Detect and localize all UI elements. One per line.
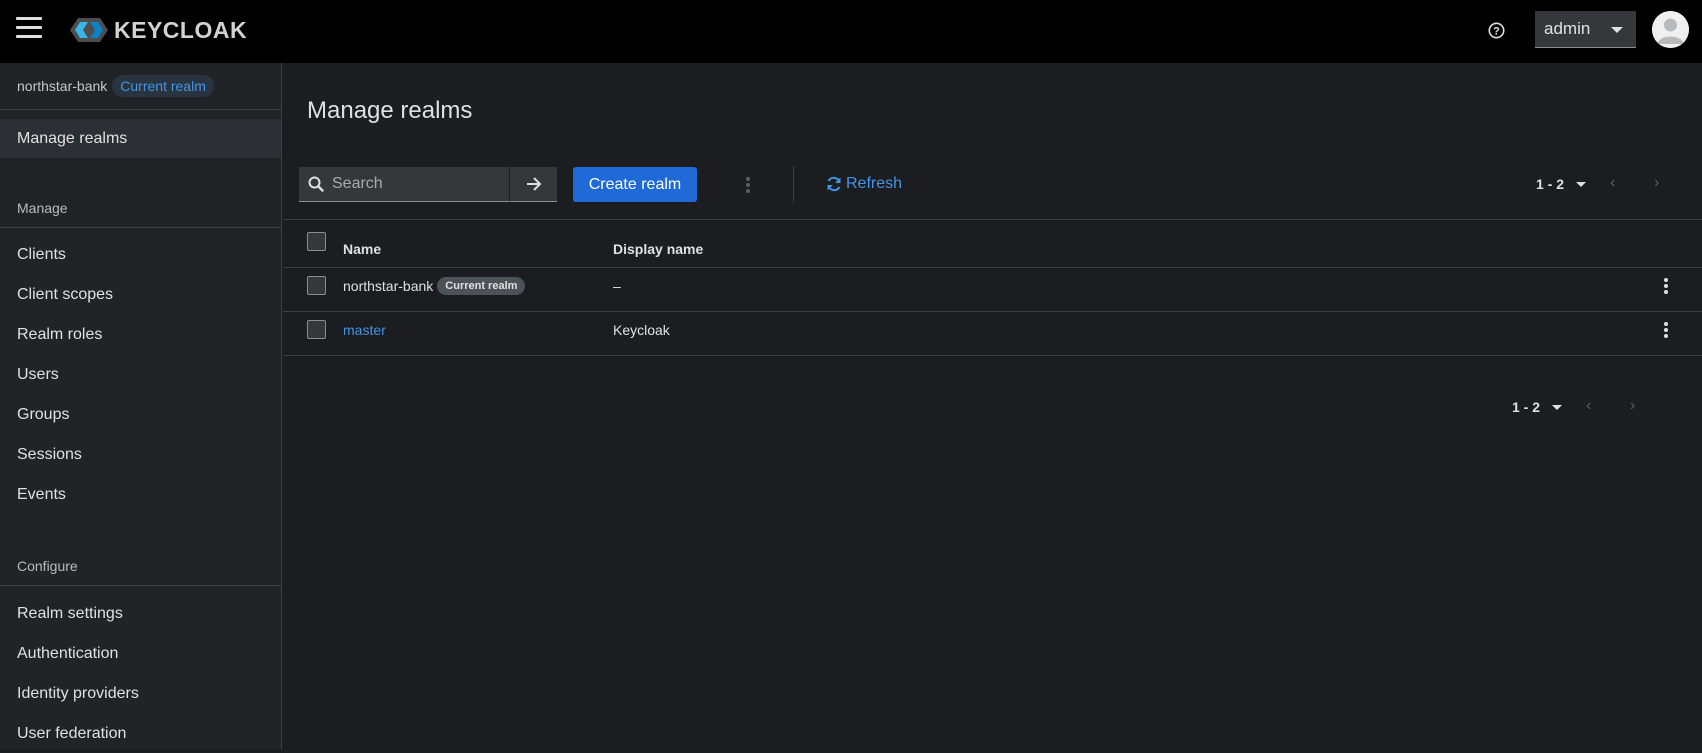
sidebar-item-groups[interactable]: Groups [0,395,281,434]
sidebar-item-realm-settings[interactable]: Realm settings [0,594,281,633]
create-realm-button[interactable]: Create realm [573,167,697,202]
realm-name: northstar-bank [17,78,108,94]
row-checkbox[interactable] [307,320,326,339]
sidebar-item-identity-providers[interactable]: Identity providers [0,674,281,713]
refresh-button[interactable]: Refresh [826,171,902,197]
sidebar-item-sessions[interactable]: Sessions [0,435,281,474]
caret-down-icon[interactable] [1576,181,1587,187]
user-menu-toggle[interactable]: admin [1535,11,1636,48]
avatar-icon[interactable] [1652,11,1689,48]
sidebar-item-users[interactable]: Users [0,355,281,394]
section-heading-configure: Configure [17,558,78,574]
current-realm-badge: Current realm [437,277,526,295]
main-content: Manage realms Create realm Refresh 1 - 2… [283,63,1702,749]
table-row: master [343,320,386,340]
sidebar-item-client-scopes[interactable]: Client scopes [0,275,281,314]
divider [0,227,282,228]
search-submit-button[interactable] [509,167,557,202]
sidebar: northstar-bank Current realm Manage real… [0,63,282,749]
row-divider [283,355,1702,356]
pagination-bottom: 1 - 2 ‹ › [1512,397,1635,415]
sidebar-item-user-federation[interactable]: User federation [0,714,281,753]
keycloak-logo[interactable]: KEYCLOAK [70,16,247,44]
toolbar-separator [793,166,794,203]
realm-selector[interactable]: northstar-bank Current realm [17,75,214,97]
page-title: Manage realms [307,97,473,124]
table-divider [283,219,1702,220]
keycloak-logo-icon [70,18,108,42]
search-input[interactable] [332,175,502,193]
pagination-count: 1 - 2 [1536,176,1565,192]
row-checkbox[interactable] [307,276,326,295]
search-box [299,167,509,202]
search-icon [308,176,324,192]
refresh-label: Refresh [846,175,903,192]
pagination-top: 1 - 2 ‹ › [1536,174,1659,192]
sidebar-item-events[interactable]: Events [0,475,281,514]
chevron-right-icon[interactable]: › [1630,397,1635,415]
chevron-left-icon[interactable]: ‹ [1610,174,1615,192]
masthead: KEYCLOAK ? admin [0,0,1702,63]
sidebar-item-manage-realms[interactable]: Manage realms [0,119,281,158]
current-realm-badge: Current realm [112,75,214,97]
kebab-icon[interactable] [743,173,753,197]
caret-down-icon [1611,27,1623,33]
row-actions-kebab-icon[interactable] [1661,276,1671,296]
arrow-right-icon [526,177,541,191]
sidebar-item-realm-roles[interactable]: Realm roles [0,315,281,354]
pagination-count: 1 - 2 [1512,399,1541,415]
sidebar-item-clients[interactable]: Clients [0,235,281,274]
select-all-checkbox[interactable] [307,232,326,251]
column-header-name[interactable]: Name [343,241,381,257]
realm-link-master[interactable]: master [343,322,386,338]
section-heading-manage: Manage [17,200,68,216]
table-row: northstar-bank Current realm [343,276,526,296]
refresh-icon [827,176,841,192]
column-header-display-name[interactable]: Display name [613,241,703,257]
row-divider [283,311,1702,312]
display-name-cell: Keycloak [613,322,670,338]
divider [0,585,282,586]
chevron-right-icon[interactable]: › [1654,174,1659,192]
caret-down-icon[interactable] [1552,404,1563,410]
chevron-left-icon[interactable]: ‹ [1586,397,1591,415]
row-divider [283,267,1702,268]
help-icon[interactable]: ? [1484,18,1508,42]
user-name: admin [1544,19,1591,38]
svg-text:?: ? [1493,25,1500,37]
divider [0,109,282,110]
logo-text: KEYCLOAK [114,16,248,43]
hamburger-icon[interactable] [16,17,42,39]
sidebar-item-authentication[interactable]: Authentication [0,634,281,673]
row-actions-kebab-icon[interactable] [1661,320,1671,340]
display-name-cell: – [613,278,621,294]
realm-name-cell: northstar-bank [343,278,434,294]
